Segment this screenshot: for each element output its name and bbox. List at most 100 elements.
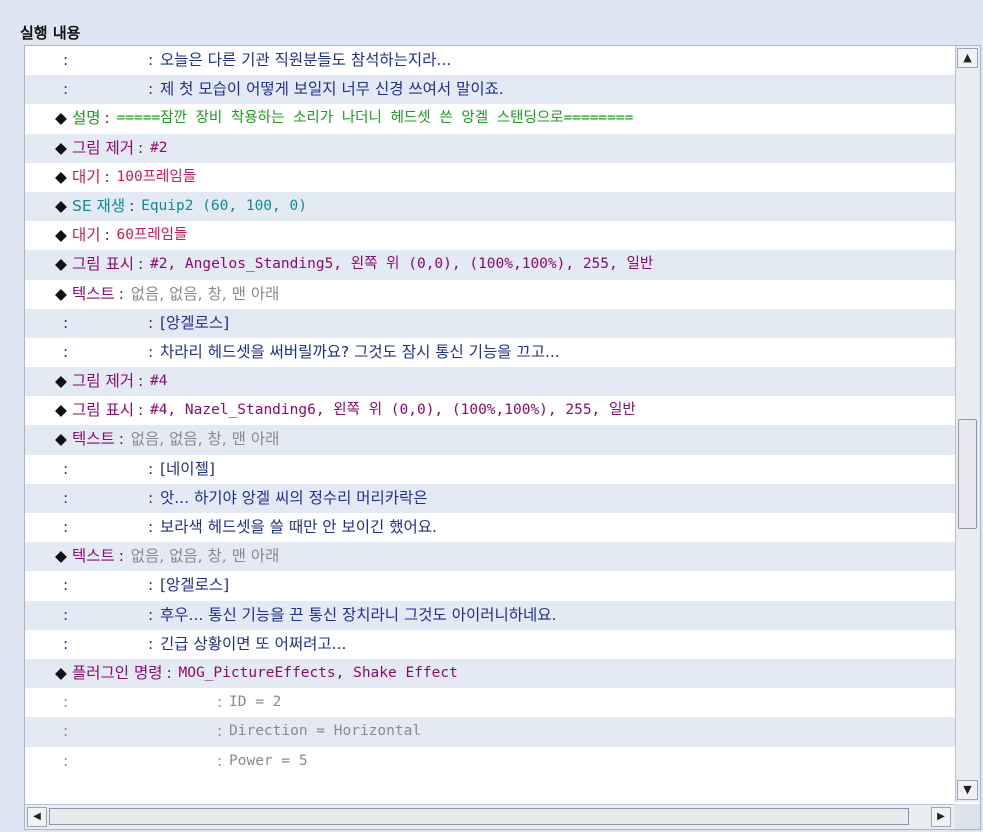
scrollbar-corner [955, 804, 980, 829]
command-parameters: ID = 2 [229, 694, 282, 711]
command-row[interactable]: ◆ 그림 제거: #4 [25, 367, 955, 397]
command-bullet-icon: ◆ [55, 663, 67, 682]
command-parameters: [네이젤] [160, 459, 215, 478]
command-row[interactable]: :: 앗... 하기야 앙겔 씨의 정수리 머리카락은 [25, 483, 955, 513]
command-separator: : [217, 751, 223, 770]
command-bullet-icon: ◆ [55, 226, 67, 245]
command-label: 그림 표시 [72, 401, 134, 420]
horizontal-scroll-thumb[interactable] [49, 808, 909, 825]
command-separator: : [129, 196, 135, 215]
command-bullet-icon: ◆ [55, 196, 67, 215]
command-separator: : [104, 167, 110, 186]
command-label: : [63, 488, 69, 507]
command-parameters: 없음, 없음, 창, 맨 아래 [130, 284, 280, 303]
command-parameters: [앙겔로스] [160, 313, 230, 332]
command-parameters: Direction = Horizontal [229, 723, 422, 740]
command-row[interactable]: ◆ SE 재생: Equip2 (60, 100, 0) [25, 191, 955, 222]
command-parameters: 후우... 통신 기능을 끈 통신 장치라니 그것도 아이러니하네요. [160, 605, 557, 624]
command-row[interactable]: :: 차라리 헤드셋을 써버릴까요? 그것도 잠시 통신 기능을 끄고... [25, 337, 955, 368]
command-row[interactable]: ◆ 텍스트: 없음, 없음, 창, 맨 아래 [25, 542, 955, 572]
scroll-right-icon[interactable]: ▶ [931, 807, 951, 827]
command-row[interactable]: :: Direction = Horizontal [25, 717, 955, 747]
command-bullet-icon: ◆ [55, 284, 67, 303]
command-label: : [63, 693, 69, 712]
command-row[interactable]: :: [네이젤] [25, 454, 955, 484]
command-row[interactable]: :: 오늘은 다른 기관 직원분들도 참석하는지라... [25, 46, 955, 76]
command-label: : [63, 634, 69, 653]
command-row[interactable]: ◆ 플러그인 명령: MOG_PictureEffects, Shake Effec… [25, 658, 955, 689]
command-row[interactable]: :: ID = 2 [25, 688, 955, 718]
command-bullet-icon: ◆ [55, 547, 67, 566]
command-parameters: #2, Angelos_Standing5, 왼쪽 위 (0,0), (100%… [149, 256, 654, 273]
command-label: 그림 표시 [72, 255, 134, 274]
command-parameters: MOG_PictureEffects, Shake Effect [178, 664, 458, 681]
command-label: 대기 [72, 226, 101, 245]
command-parameters: =====잠깐 장비 착용하는 소리가 나더니 헤드셋 쓴 앙겔 스탠딩으로==… [116, 110, 634, 127]
command-label: : [63, 605, 69, 624]
command-separator: : [104, 226, 110, 245]
command-row[interactable]: :: Power = 5 [25, 746, 955, 776]
command-rows: :: 오늘은 다른 기관 직원분들도 참석하는지라...:: 제 첫 모습이 어떻게… [25, 46, 955, 802]
event-command-list[interactable]: :: 오늘은 다른 기관 직원분들도 참석하는지라...:: 제 첫 모습이 어떻게… [24, 45, 981, 830]
command-parameters: 제 첫 모습이 어떻게 보일지 너무 신경 쓰여서 말이죠. [160, 80, 504, 99]
command-parameters: Equip2 (60, 100, 0) [141, 197, 307, 214]
command-separator: : [148, 313, 154, 332]
command-bullet-icon: ◆ [55, 430, 67, 449]
command-row[interactable]: :: 제 첫 모습이 어떻게 보일지 너무 신경 쓰여서 말이죠. [25, 75, 955, 105]
command-bullet-icon: ◆ [55, 138, 67, 157]
command-separator: : [148, 518, 154, 536]
command-row[interactable]: ◆ 대기:60프레임들 [25, 221, 955, 251]
horizontal-scrollbar[interactable]: ◀ ▶ [25, 804, 955, 829]
scroll-down-icon[interactable]: ▼ [957, 780, 978, 800]
command-row[interactable]: ◆ 그림 표시: #4, Nazel_Standing6, 왼쪽 위 (0,0), … [25, 396, 955, 426]
command-label: : [63, 342, 69, 361]
command-parameters: 없음, 없음, 창, 맨 아래 [130, 547, 280, 566]
command-row[interactable]: :: [앙겔로스] [25, 571, 955, 601]
command-label: : [63, 518, 69, 536]
command-separator: : [118, 284, 125, 303]
vertical-scrollbar[interactable]: ▲ ▼ [955, 46, 980, 802]
command-label: : [63, 313, 69, 332]
command-label: : [63, 80, 69, 99]
command-separator: : [148, 488, 154, 507]
command-row[interactable]: :: 후우... 통신 기능을 끈 통신 장치라니 그것도 아이러니하네요. [25, 600, 955, 630]
command-parameters: #4, Nazel_Standing6, 왼쪽 위 (0,0), (100%,1… [149, 402, 636, 419]
command-row[interactable]: :: 보라색 헤드셋을 쓸 때만 안 보이긴 했어요. [25, 513, 955, 543]
command-bullet-icon: ◆ [55, 109, 67, 128]
command-separator: : [217, 693, 223, 712]
command-separator: : [118, 430, 125, 449]
scroll-left-icon[interactable]: ◀ [27, 807, 47, 827]
command-row[interactable]: ◆ 텍스트: 없음, 없음, 창, 맨 아래 [25, 425, 955, 455]
command-parameters: 100프레임들 [116, 168, 197, 185]
command-separator: : [137, 372, 144, 391]
command-label: : [63, 751, 69, 770]
command-parameters: [앙겔로스] [160, 576, 230, 595]
command-row[interactable]: :: 긴급 상황이면 또 어쩌려고... [25, 629, 955, 659]
command-row[interactable]: ◆ 그림 제거: #2 [25, 133, 955, 163]
command-separator: : [166, 663, 172, 682]
command-bullet-icon: ◆ [55, 255, 67, 274]
command-separator: : [137, 255, 144, 274]
command-label: 그림 제거 [72, 138, 134, 157]
command-bullet-icon: ◆ [55, 167, 67, 186]
command-parameters: 오늘은 다른 기관 직원분들도 참석하는지라... [160, 51, 452, 69]
command-label: 그림 제거 [72, 372, 134, 391]
command-bullet-icon: ◆ [55, 401, 67, 420]
command-parameters: Power = 5 [229, 752, 308, 769]
command-parameters: #4 [149, 373, 168, 390]
scroll-up-icon[interactable]: ▲ [957, 48, 978, 68]
command-parameters: 60프레임들 [116, 227, 188, 244]
command-row[interactable]: ◆ 그림 표시: #2, Angelos_Standing5, 왼쪽 위 (0,0)… [25, 250, 955, 280]
command-separator: : [148, 80, 154, 99]
command-row[interactable]: :: [앙겔로스] [25, 308, 955, 338]
vertical-scroll-thumb[interactable] [958, 419, 977, 529]
command-separator: : [148, 634, 154, 653]
command-row[interactable]: ◆ 텍스트: 없음, 없음, 창, 맨 아래 [25, 279, 955, 309]
command-label: SE 재생 [72, 196, 126, 215]
command-row[interactable]: ◆ 대기:100프레임들 [25, 162, 955, 192]
command-label: 대기 [72, 167, 101, 186]
command-label: 텍스트 [72, 430, 115, 449]
command-row[interactable]: ◆ 설명: =====잠깐 장비 착용하는 소리가 나더니 헤드셋 쓴 앙겔 스탠딩… [25, 104, 955, 134]
command-bullet-icon: ◆ [55, 372, 67, 391]
command-parameters: 앗... 하기야 앙겔 씨의 정수리 머리카락은 [160, 488, 428, 507]
